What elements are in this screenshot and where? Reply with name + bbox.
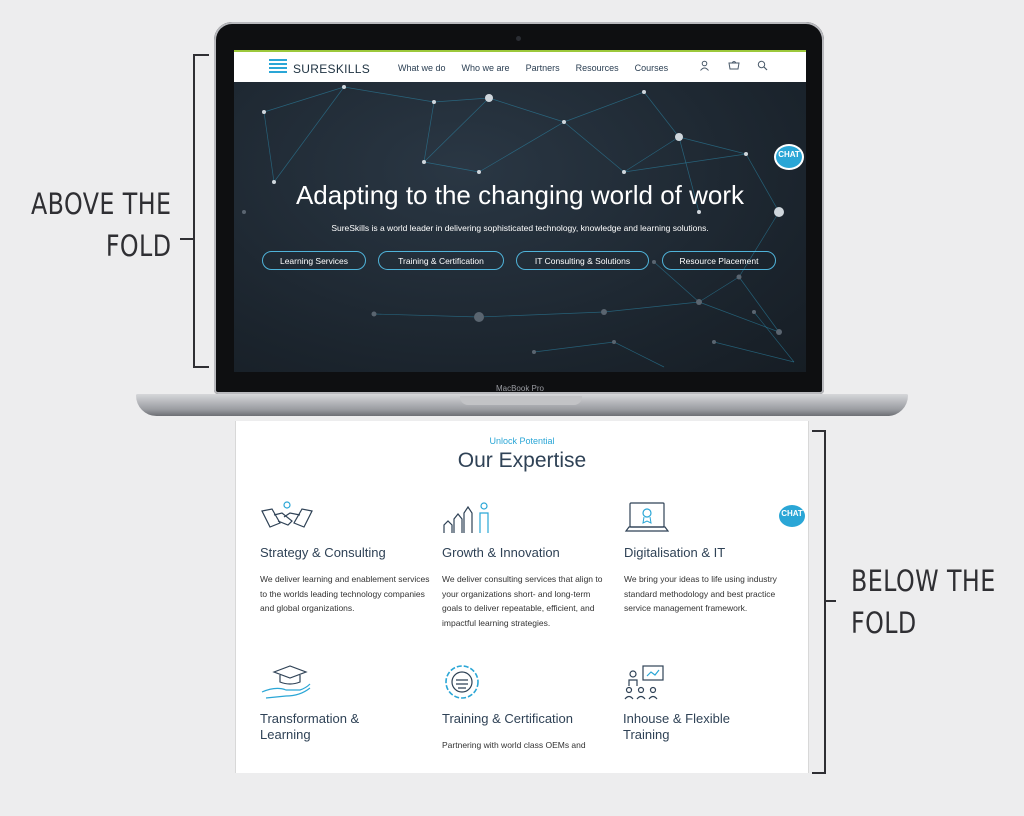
chat-button[interactable]: CHAT bbox=[774, 144, 804, 170]
hero-title: Adapting to the changing world of work bbox=[295, 180, 745, 210]
certification-icon bbox=[445, 665, 479, 699]
hero-subtitle: SureSkills is a world leader in deliveri… bbox=[331, 223, 709, 233]
nav-link-courses[interactable]: Courses bbox=[635, 63, 669, 73]
logo-text: SURESKILLS bbox=[293, 62, 371, 76]
chat-label: CHAT bbox=[781, 509, 803, 518]
card-body: We deliver learning and enablement servi… bbox=[260, 574, 430, 614]
card-title: Inhouse & Flexible Training bbox=[623, 711, 730, 742]
logo-mark-icon bbox=[269, 59, 287, 75]
card-title: Training & Certification bbox=[442, 711, 574, 726]
laptop-badge-icon bbox=[624, 502, 670, 532]
growth-chart-icon bbox=[443, 502, 489, 533]
it-consulting-solutions-button[interactable]: IT Consulting & Solutions bbox=[516, 251, 649, 270]
camera-dot bbox=[516, 36, 521, 41]
cart-icon[interactable] bbox=[728, 60, 740, 74]
nav-link-partners[interactable]: Partners bbox=[526, 63, 560, 73]
training-certification-button[interactable]: Training & Certification bbox=[378, 251, 504, 270]
laptop-notch bbox=[460, 396, 582, 405]
below-fold-bracket bbox=[812, 430, 826, 774]
above-label-line-2: FOLD bbox=[105, 229, 172, 263]
below-fold-page: Unlock Potential Our Expertise CHAT Stra… bbox=[235, 421, 809, 773]
above-the-fold-label: ABOVE THE FOLD bbox=[31, 183, 171, 267]
site-navbar: SURESKILLS What we do Who we are Partner… bbox=[234, 50, 806, 82]
nav-links: What we do Who we are Partners Resources… bbox=[398, 63, 684, 73]
nav-link-resources[interactable]: Resources bbox=[576, 63, 619, 73]
card-title: Strategy & Consulting bbox=[260, 545, 386, 560]
learning-services-button[interactable]: Learning Services bbox=[262, 251, 366, 270]
below-label-line-1: BELOW THE bbox=[851, 564, 996, 598]
section-kicker: Unlock Potential bbox=[489, 436, 555, 446]
graduation-hand-icon bbox=[261, 665, 311, 699]
card-body: Partnering with world class OEMs and bbox=[442, 740, 586, 750]
nav-link-who-we-are[interactable]: Who we are bbox=[462, 63, 510, 73]
above-fold-bracket bbox=[193, 54, 209, 368]
hero-section: Adapting to the changing world of work S… bbox=[234, 82, 806, 372]
laptop-screen: SURESKILLS What we do Who we are Partner… bbox=[234, 50, 806, 372]
card-body: We deliver consulting services that alig… bbox=[442, 574, 603, 628]
search-icon[interactable] bbox=[757, 60, 768, 74]
card-title: Transformation & Learning bbox=[260, 711, 360, 742]
below-fold-bracket-tick bbox=[826, 600, 836, 602]
chat-label: CHAT bbox=[778, 150, 800, 159]
above-fold-bracket-tick bbox=[180, 238, 193, 240]
handshake-icon bbox=[261, 501, 313, 528]
section-title: Our Expertise bbox=[457, 449, 587, 472]
card-title: Digitalisation & IT bbox=[624, 545, 726, 560]
user-icon[interactable] bbox=[699, 60, 710, 74]
below-the-fold-label: BELOW THE FOLD bbox=[851, 560, 996, 644]
laptop-model-label: MacBook Pro bbox=[495, 384, 545, 393]
laptop-base bbox=[136, 394, 908, 416]
below-label-line-2: FOLD bbox=[851, 606, 917, 640]
card-body: We bring your ideas to life using indust… bbox=[624, 574, 777, 614]
chat-button[interactable]: CHAT bbox=[777, 503, 807, 529]
above-label-line-1: ABOVE THE bbox=[31, 187, 172, 221]
classroom-icon bbox=[624, 665, 664, 700]
card-title: Growth & Innovation bbox=[442, 545, 560, 560]
resource-placement-button[interactable]: Resource Placement bbox=[662, 251, 776, 270]
nav-link-what-we-do[interactable]: What we do bbox=[398, 63, 446, 73]
